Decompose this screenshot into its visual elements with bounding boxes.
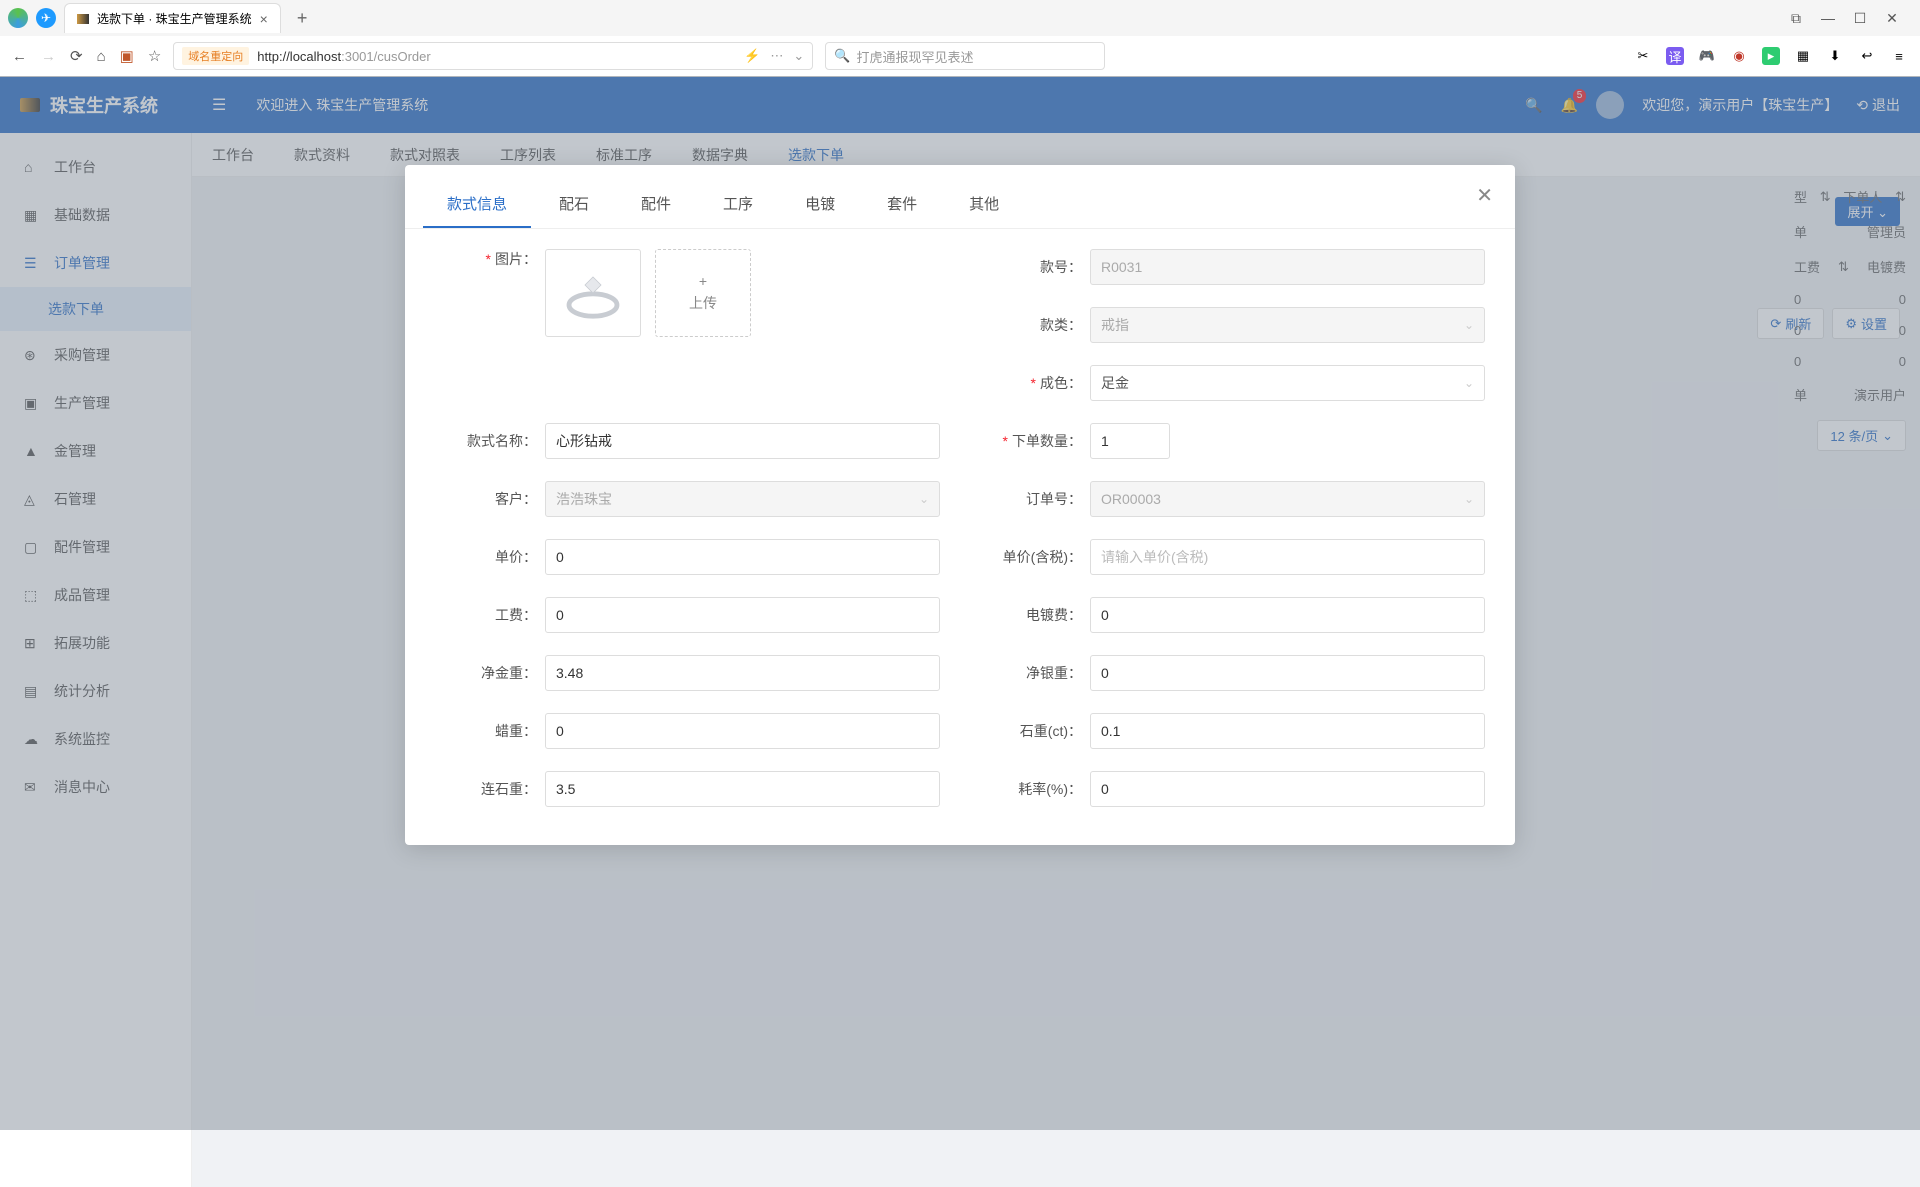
select-cust: 浩浩珠宝⌄ xyxy=(545,481,940,517)
modal-close-icon[interactable]: ✕ xyxy=(1476,183,1493,208)
forward-icon[interactable]: → xyxy=(41,48,56,65)
label-fee: 工费： xyxy=(435,605,545,625)
cut-icon[interactable]: ✂ xyxy=(1634,47,1652,65)
tab-bar: ✈ 选款下单 · 珠宝生产管理系统 × + ⧉ — ☐ ✕ xyxy=(0,0,1920,36)
label-stone: 石重(ct)： xyxy=(980,721,1090,741)
modal-tabs: 款式信息配石配件工序电镀套件其他 xyxy=(405,181,1515,229)
restore-icon[interactable]: ⧉ xyxy=(1788,10,1804,27)
download-icon[interactable]: ⬇ xyxy=(1826,47,1844,65)
plus-icon: + xyxy=(699,273,707,289)
input-plate[interactable] xyxy=(1090,597,1485,633)
label-color: 成色： xyxy=(980,373,1090,393)
assistant-icon[interactable]: ✈ xyxy=(36,8,56,28)
label-code: 款号： xyxy=(980,257,1090,277)
label-pic: 图片： xyxy=(435,249,545,269)
search-icon: 🔍 xyxy=(834,48,850,64)
input-price[interactable] xyxy=(545,539,940,575)
upload-button[interactable]: + 上传 xyxy=(655,249,751,337)
search-placeholder: 打虎通报现罕见表述 xyxy=(856,47,973,66)
tab-favicon-icon xyxy=(77,14,89,24)
url-box[interactable]: 域名重定向 http://localhost:3001/cusOrder ⚡ ⋯… xyxy=(173,42,813,70)
select-type: 戒指⌄ xyxy=(1090,307,1485,343)
chevron-down-icon: ⌄ xyxy=(1464,318,1474,332)
chevron-down-icon[interactable]: ⌄ xyxy=(793,48,804,64)
input-code xyxy=(1090,249,1485,285)
label-wax: 蜡重： xyxy=(435,721,545,741)
upload-label: 上传 xyxy=(689,293,717,313)
modal-tab[interactable]: 套件 xyxy=(863,181,941,228)
chevron-down-icon: ⌄ xyxy=(1464,492,1474,506)
label-netgold: 净金重： xyxy=(435,663,545,683)
window-controls: ⧉ — ☐ ✕ xyxy=(1788,10,1912,27)
ring-icon xyxy=(553,261,633,325)
input-qty[interactable] xyxy=(1090,423,1170,459)
modal-tab[interactable]: 电镀 xyxy=(781,181,859,228)
label-cust: 客户： xyxy=(435,489,545,509)
modal-tab[interactable]: 配石 xyxy=(535,181,613,228)
input-loss[interactable] xyxy=(1090,771,1485,807)
chevron-down-icon: ⌄ xyxy=(1464,376,1474,390)
select-orderno: OR00003⌄ xyxy=(1090,481,1485,517)
new-tab-button[interactable]: + xyxy=(289,8,316,29)
url-text: http://localhost:3001/cusOrder xyxy=(257,49,430,64)
product-thumb[interactable] xyxy=(545,249,641,337)
input-withstone[interactable] xyxy=(545,771,940,807)
close-window-icon[interactable]: ✕ xyxy=(1884,10,1900,27)
browser-tab[interactable]: 选款下单 · 珠宝生产管理系统 × xyxy=(64,3,281,33)
bolt-icon[interactable]: ⚡ xyxy=(744,48,760,64)
label-type: 款类： xyxy=(980,315,1090,335)
modal-tab[interactable]: 其他 xyxy=(945,181,1023,228)
label-price: 单价： xyxy=(435,547,545,567)
input-wax[interactable] xyxy=(545,713,940,749)
label-plate: 电镀费： xyxy=(980,605,1090,625)
input-stone[interactable] xyxy=(1090,713,1485,749)
select-color[interactable]: 足金⌄ xyxy=(1090,365,1485,401)
modal-body: 图片： + 上传 款号： 款类： xyxy=(405,229,1515,827)
tab-title: 选款下单 · 珠宝生产管理系统 xyxy=(97,10,252,27)
menu-icon[interactable]: ≡ xyxy=(1890,47,1908,65)
translate-icon[interactable]: 译 xyxy=(1666,47,1684,65)
grid-icon[interactable]: ▦ xyxy=(1794,47,1812,65)
minimize-icon[interactable]: — xyxy=(1820,10,1836,27)
browser-logo-icon xyxy=(8,8,28,28)
label-withstone: 连石重： xyxy=(435,779,545,799)
input-pricetax[interactable] xyxy=(1090,539,1485,575)
maximize-icon[interactable]: ☐ xyxy=(1852,10,1868,27)
address-bar: ← → ⟳ ⌂ ▣ ☆ 域名重定向 http://localhost:3001/… xyxy=(0,36,1920,76)
label-loss: 耗率(%)： xyxy=(980,779,1090,799)
label-pricetax: 单价(含税)： xyxy=(980,547,1090,567)
game-icon[interactable]: 🎮 xyxy=(1698,47,1716,65)
at-icon[interactable]: ◉ xyxy=(1730,47,1748,65)
home-icon[interactable]: ⌂ xyxy=(97,48,106,65)
modal-tab[interactable]: 款式信息 xyxy=(423,181,531,228)
input-name[interactable] xyxy=(545,423,940,459)
modal-tab[interactable]: 工序 xyxy=(699,181,777,228)
search-box[interactable]: 🔍 打虎通报现罕见表述 xyxy=(825,42,1105,70)
input-netgold[interactable] xyxy=(545,655,940,691)
modal-tab[interactable]: 配件 xyxy=(617,181,695,228)
label-name: 款式名称： xyxy=(435,431,545,451)
input-fee[interactable] xyxy=(545,597,940,633)
briefcase-icon[interactable]: ▣ xyxy=(120,47,134,65)
redirect-badge: 域名重定向 xyxy=(182,47,249,65)
extension-icons: ✂ 译 🎮 ◉ ▸ ▦ ⬇ ↩ ≡ xyxy=(1634,47,1908,65)
more-icon[interactable]: ⋯ xyxy=(770,48,783,64)
star-icon[interactable]: ☆ xyxy=(148,47,161,65)
label-qty: 下单数量： xyxy=(980,431,1090,451)
history-icon[interactable]: ↩ xyxy=(1858,47,1876,65)
browser-chrome: ✈ 选款下单 · 珠宝生产管理系统 × + ⧉ — ☐ ✕ ← → ⟳ ⌂ ▣ … xyxy=(0,0,1920,77)
label-netsilver: 净银重： xyxy=(980,663,1090,683)
modal-dialog: ✕ 款式信息配石配件工序电镀套件其他 图片： + 上传 款号： xyxy=(405,165,1515,845)
tab-close-icon[interactable]: × xyxy=(260,11,268,27)
input-netsilver[interactable] xyxy=(1090,655,1485,691)
reload-icon[interactable]: ⟳ xyxy=(70,47,83,65)
square-icon[interactable]: ▸ xyxy=(1762,47,1780,65)
label-orderno: 订单号： xyxy=(980,489,1090,509)
back-icon[interactable]: ← xyxy=(12,48,27,65)
chevron-down-icon: ⌄ xyxy=(919,492,929,506)
